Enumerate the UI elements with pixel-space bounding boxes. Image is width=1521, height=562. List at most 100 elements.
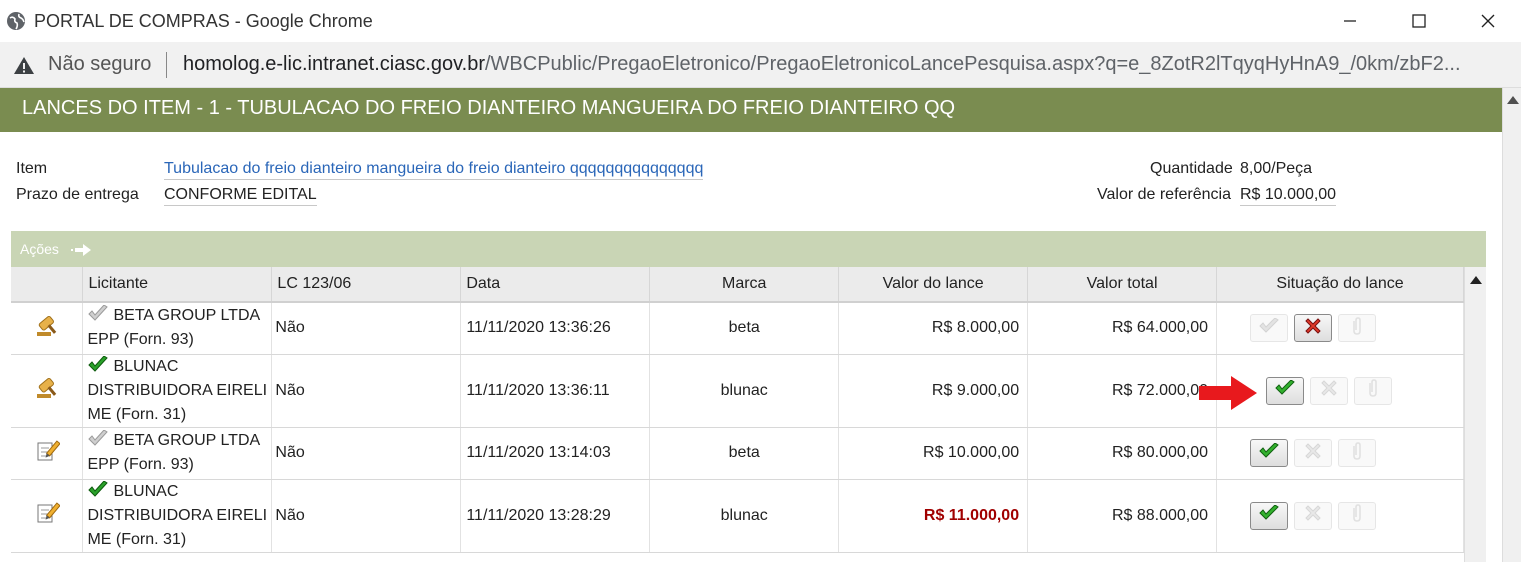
url-text[interactable]: homolog.e-lic.intranet.ciasc.gov.br/WBCP… bbox=[183, 53, 1461, 76]
valor-lance-cell: R$ 11.000,00 bbox=[838, 479, 1029, 553]
warning-icon[interactable] bbox=[12, 54, 36, 76]
column-header-lc[interactable]: LC 123/06 bbox=[271, 267, 462, 303]
window-title: PORTAL DE COMPRAS - Google Chrome bbox=[34, 11, 373, 31]
column-header-situacao[interactable]: Situação do lance bbox=[1216, 267, 1464, 303]
edit-icon[interactable] bbox=[34, 439, 61, 468]
reject-bid-button[interactable] bbox=[1294, 314, 1333, 343]
paperclip-icon bbox=[1351, 503, 1363, 528]
marca-cell: blunac bbox=[649, 354, 840, 428]
column-header-valor-lance[interactable]: Valor do lance bbox=[838, 267, 1029, 303]
licitante-cell: BLUNAC DISTRIBUIDORA EIRELI ME (Forn. 31) bbox=[82, 479, 273, 553]
marca-cell: beta bbox=[649, 302, 840, 355]
arrow-right-icon[interactable] bbox=[70, 243, 93, 257]
licitante-name-line1: BETA GROUP LTDA bbox=[113, 307, 261, 325]
column-header-licitante[interactable]: Licitante bbox=[82, 267, 273, 303]
reject-bid-button[interactable] bbox=[1294, 439, 1333, 467]
attachment-button[interactable] bbox=[1354, 376, 1393, 405]
reject-bid-button[interactable] bbox=[1294, 501, 1333, 530]
quantidade-label: Quantidade bbox=[1150, 160, 1233, 177]
page-scrollbar[interactable] bbox=[1502, 88, 1521, 562]
lc-cell: Não bbox=[271, 354, 462, 428]
prazo-label: Prazo de entrega bbox=[16, 186, 139, 203]
valor-lance-cell: R$ 9.000,00 bbox=[838, 354, 1029, 428]
lc-cell: Não bbox=[271, 302, 462, 355]
lc-cell: Não bbox=[271, 427, 462, 480]
scroll-up-icon[interactable] bbox=[1470, 276, 1482, 284]
attachment-button[interactable] bbox=[1338, 501, 1377, 530]
reject-x-icon bbox=[1304, 504, 1322, 527]
licitante-name-line2: EPP (Forn. 93) bbox=[87, 331, 194, 349]
edit-icon[interactable] bbox=[34, 502, 61, 530]
lc-cell: Não bbox=[271, 479, 462, 553]
close-window-button[interactable] bbox=[1458, 0, 1518, 42]
minimize-button[interactable] bbox=[1320, 0, 1380, 42]
page-content: LANCES DO ITEM - 1 - TUBULACAO DO FREIO … bbox=[0, 88, 1502, 562]
gavel-icon[interactable] bbox=[34, 315, 60, 343]
page-title: LANCES DO ITEM - 1 - TUBULACAO DO FREIO … bbox=[0, 88, 1502, 132]
licitante-cell: BLUNAC DISTRIBUIDORA EIRELI ME (Forn. 31) bbox=[82, 354, 273, 428]
valor-referencia-value: R$ 10.000,00 bbox=[1240, 186, 1337, 206]
licitante-name-line2: DISTRIBUIDORA EIRELI bbox=[87, 506, 268, 524]
security-label[interactable]: Não seguro bbox=[48, 53, 151, 76]
checkmark-icon bbox=[1275, 379, 1295, 401]
accept-bid-button[interactable] bbox=[1250, 439, 1289, 467]
licitante-name-line1: BLUNAC bbox=[113, 482, 179, 500]
marca-cell: blunac bbox=[649, 479, 840, 553]
licitante-name-line3: ME (Forn. 31) bbox=[87, 530, 187, 548]
valor-lance-cell: R$ 10.000,00 bbox=[838, 427, 1029, 480]
valor-total-cell: R$ 88.000,00 bbox=[1027, 479, 1218, 553]
licitante-name-line2: EPP (Forn. 93) bbox=[87, 456, 194, 473]
column-header-data[interactable]: Data bbox=[460, 267, 651, 303]
checkmark-green-icon bbox=[87, 479, 109, 499]
marca-cell: beta bbox=[649, 427, 840, 480]
url-path: /WBCPublic/PregaoEletronico/PregaoEletro… bbox=[485, 53, 1461, 75]
maximize-button[interactable] bbox=[1389, 0, 1449, 42]
valor-total-cell: R$ 64.000,00 bbox=[1027, 302, 1218, 355]
data-cell: 11/11/2020 13:36:26 bbox=[460, 302, 651, 355]
row-action-cell[interactable] bbox=[11, 479, 84, 553]
row-action-cell[interactable] bbox=[11, 354, 84, 428]
minimize-icon bbox=[1344, 20, 1356, 22]
data-cell: 11/11/2020 13:28:29 bbox=[460, 479, 651, 553]
attachment-button[interactable] bbox=[1338, 439, 1377, 467]
column-header-marca[interactable]: Marca bbox=[649, 267, 840, 303]
attachment-button[interactable] bbox=[1338, 314, 1377, 343]
checkmark-icon bbox=[1259, 441, 1279, 464]
table-row[interactable]: BLUNAC DISTRIBUIDORA EIRELI ME (Forn. 31) N… bbox=[11, 479, 1464, 553]
checkmark-gray-icon bbox=[87, 304, 109, 323]
maximize-icon bbox=[1412, 14, 1426, 28]
checkmark-icon bbox=[1259, 504, 1279, 526]
situacao-cell bbox=[1216, 427, 1464, 480]
paperclip-icon bbox=[1351, 441, 1363, 466]
table-row[interactable]: BETA GROUP LTDA EPP (Forn. 93) Não 11/11/20… bbox=[11, 427, 1464, 480]
valor-total-cell: R$ 80.000,00 bbox=[1027, 427, 1218, 480]
address-bar[interactable]: Não seguro homolog.e-lic.intranet.ciasc.… bbox=[0, 42, 1521, 88]
situacao-cell bbox=[1216, 302, 1464, 355]
accept-bid-button[interactable] bbox=[1266, 376, 1305, 405]
reject-x-icon bbox=[1304, 317, 1322, 340]
reject-bid-button[interactable] bbox=[1310, 376, 1349, 405]
item-label: Item bbox=[16, 160, 48, 177]
table-row[interactable]: BETA GROUP LTDA EPP (Forn. 93) Não 11/11/20… bbox=[11, 302, 1464, 355]
data-cell: 11/11/2020 13:36:11 bbox=[460, 354, 651, 428]
column-header-icon bbox=[11, 267, 84, 303]
reject-x-icon bbox=[1320, 379, 1338, 402]
licitante-name-line3: ME (Forn. 31) bbox=[87, 405, 187, 423]
gavel-icon[interactable] bbox=[34, 377, 60, 405]
browser-titlebar: PORTAL DE COMPRAS - Google Chrome bbox=[0, 0, 1521, 42]
quantidade-value: 8,00/Peça bbox=[1240, 160, 1313, 177]
licitante-name-line1: BETA GROUP LTDA bbox=[113, 432, 261, 449]
actions-label[interactable]: Ações bbox=[20, 241, 59, 257]
divider bbox=[166, 52, 167, 78]
row-action-cell[interactable] bbox=[11, 302, 84, 355]
row-action-cell[interactable] bbox=[11, 427, 84, 480]
accept-bid-button[interactable] bbox=[1250, 314, 1289, 343]
accept-bid-button[interactable] bbox=[1250, 501, 1289, 530]
scroll-up-icon[interactable] bbox=[1507, 96, 1519, 104]
column-header-valor-total[interactable]: Valor total bbox=[1027, 267, 1218, 303]
table-scrollbar[interactable] bbox=[1464, 267, 1486, 562]
valor-total-cell: R$ 72.000,00 bbox=[1027, 354, 1218, 428]
item-link[interactable]: Tubulacao do freio dianteiro mangueira d… bbox=[164, 160, 704, 180]
valor-referencia-label: Valor de referência bbox=[1097, 186, 1231, 203]
actions-bar[interactable]: Ações bbox=[11, 231, 1486, 267]
